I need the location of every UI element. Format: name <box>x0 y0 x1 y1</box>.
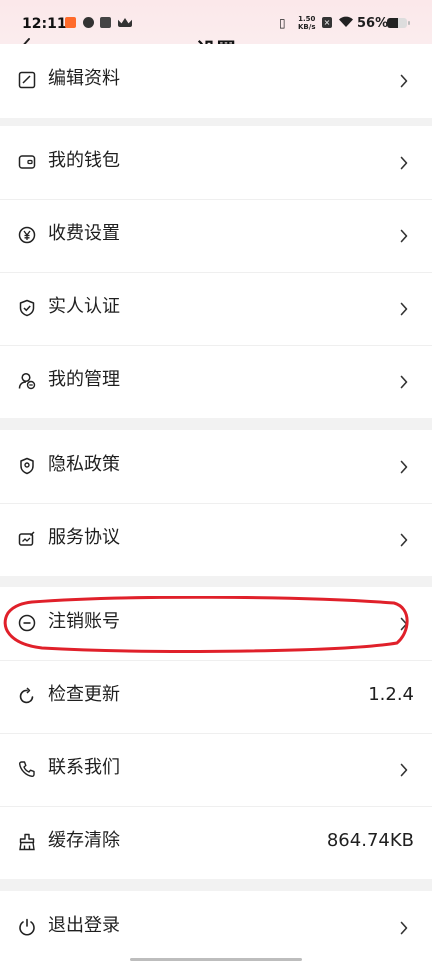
notification-app-icon <box>83 17 94 28</box>
notification-app-icon <box>100 17 111 28</box>
phone-icon <box>18 761 35 778</box>
chevron-right-icon <box>400 460 408 474</box>
settings-row-label: 隐私政策 <box>48 454 120 475</box>
agreement-icon <box>18 531 35 546</box>
settings-row-label: 编辑资料 <box>48 68 120 89</box>
chevron-right-icon <box>400 74 408 88</box>
chevron-right-icon <box>400 617 408 631</box>
power-icon <box>19 918 35 936</box>
settings-group-app: 注销账号 检查更新 1.2.4 联系我们 缓存清除 864.74KB <box>0 587 432 879</box>
cache-size-value: 864.74KB <box>326 830 414 851</box>
user-manage-icon <box>18 372 36 390</box>
settings-row-my-management[interactable]: 我的管理 <box>0 345 432 418</box>
settings-row-logout[interactable]: 退出登录 <box>0 891 432 964</box>
chevron-right-icon <box>400 921 408 935</box>
battery-icon <box>387 18 407 28</box>
settings-row-wallet[interactable]: 我的钱包 <box>0 126 432 199</box>
wifi-icon <box>339 16 353 27</box>
settings-group-legal: 隐私政策 服务协议 <box>0 430 432 576</box>
vibrate-icon: ▯ <box>279 16 286 30</box>
settings-row-real-name-verification[interactable]: 实人认证 <box>0 272 432 345</box>
settings-row-label: 收费设置 <box>48 223 120 244</box>
settings-row-label: 联系我们 <box>48 757 120 778</box>
settings-row-check-update[interactable]: 检查更新 1.2.4 <box>0 660 432 733</box>
notification-app-icon <box>65 17 76 28</box>
chevron-right-icon <box>400 763 408 777</box>
edit-profile-icon <box>18 71 36 89</box>
crown-icon <box>118 18 132 27</box>
settings-row-label: 实人认证 <box>48 296 120 317</box>
network-speed: 1.50 KB/s <box>298 15 315 31</box>
settings-row-fee-settings[interactable]: 收费设置 <box>0 199 432 272</box>
status-time: 12:11 <box>22 16 67 32</box>
settings-row-label: 检查更新 <box>48 684 120 705</box>
yen-icon <box>18 226 36 244</box>
settings-row-label: 缓存清除 <box>48 830 120 851</box>
chevron-right-icon <box>400 302 408 316</box>
settings-row-service-agreement[interactable]: 服务协议 <box>0 503 432 576</box>
clear-cache-icon <box>19 833 35 851</box>
settings-row-label: 注销账号 <box>48 611 120 632</box>
status-bar: 12:11 ▯ 1.50 KB/s × 56% <box>0 0 432 32</box>
settings-group-logout: 退出登录 <box>0 891 432 964</box>
network-speed-unit: KB/s <box>298 23 316 31</box>
settings-row-edit-profile[interactable]: 编辑资料 <box>0 44 432 117</box>
settings-row-cancel-account[interactable]: 注销账号 <box>0 587 432 660</box>
battery-level <box>387 18 399 28</box>
chevron-right-icon <box>400 229 408 243</box>
chevron-right-icon <box>400 375 408 389</box>
chevron-right-icon <box>400 156 408 170</box>
settings-row-label: 服务协议 <box>48 527 120 548</box>
wallet-icon <box>18 155 36 169</box>
chevron-right-icon <box>400 533 408 547</box>
minus-circle-icon <box>18 614 36 632</box>
battery-nub <box>408 21 410 25</box>
home-indicator <box>130 958 302 961</box>
shield-check-icon <box>19 299 35 317</box>
settings-group-account: 我的钱包 收费设置 实人认证 我的管理 <box>0 126 432 418</box>
sim-off-icon: × <box>322 17 332 28</box>
settings-row-label: 我的管理 <box>48 369 120 390</box>
settings-row-privacy-policy[interactable]: 隐私政策 <box>0 430 432 503</box>
network-speed-value: 1.50 <box>298 15 316 23</box>
settings-row-label: 退出登录 <box>48 915 120 936</box>
refresh-icon <box>19 687 34 704</box>
settings-row-contact-us[interactable]: 联系我们 <box>0 733 432 806</box>
settings-group-profile: 编辑资料 <box>0 44 432 118</box>
location-shield-icon <box>20 457 34 475</box>
version-value: 1.2.4 <box>368 684 414 705</box>
settings-row-clear-cache[interactable]: 缓存清除 864.74KB <box>0 806 432 879</box>
battery-percent: 56% <box>357 16 389 31</box>
settings-row-label: 我的钱包 <box>48 150 120 171</box>
